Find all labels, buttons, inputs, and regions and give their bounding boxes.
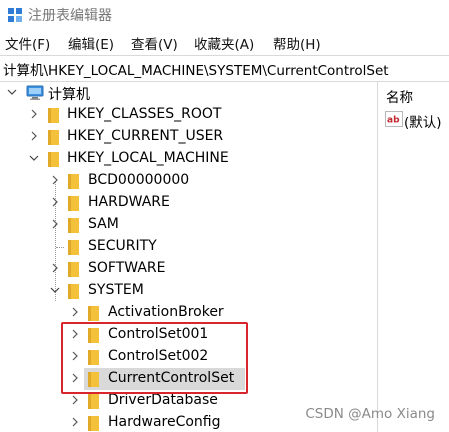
- tree-node-label: HKEY_LOCAL_MACHINE: [67, 150, 229, 166]
- menu-favorites[interactable]: 收藏夹(A): [194, 33, 254, 53]
- annotation-highlight-box: [61, 322, 248, 394]
- tree-node-label: HKEY_CURRENT_USER: [67, 128, 224, 144]
- tree-node-label: SYSTEM: [88, 282, 144, 298]
- tree-node-label: SAM: [88, 216, 119, 232]
- folder-icon: [48, 130, 59, 145]
- column-header-name[interactable]: 名称: [386, 86, 413, 106]
- chevron-right-icon[interactable]: [29, 109, 39, 119]
- tree-node-sam[interactable]: SAM: [0, 214, 376, 236]
- folder-icon: [68, 174, 79, 189]
- folder-icon: [68, 284, 79, 299]
- menu-help[interactable]: 帮助(H): [273, 33, 321, 53]
- tree-node-hkcr[interactable]: HKEY_CLASSES_ROOT: [0, 104, 376, 126]
- menu-file[interactable]: 文件(F): [5, 33, 50, 53]
- chevron-right-icon[interactable]: [29, 131, 39, 141]
- folder-icon: [48, 152, 59, 167]
- folder-icon: [88, 394, 99, 409]
- tree-node-label: HARDWARE: [88, 194, 170, 210]
- tree-node-hkcu[interactable]: HKEY_CURRENT_USER: [0, 126, 376, 148]
- tree-node-hardware[interactable]: HARDWARE: [0, 192, 376, 214]
- menu-edit[interactable]: 编辑(E): [68, 33, 114, 53]
- chevron-right-icon[interactable]: [50, 197, 60, 207]
- chevron-right-icon[interactable]: [70, 307, 80, 317]
- svg-text:ab: ab: [387, 116, 400, 126]
- tree-node-label: BCD00000000: [88, 172, 190, 188]
- tree-node-label: DriverDatabase: [108, 392, 218, 408]
- title-bar: 注册表编辑器: [0, 0, 449, 30]
- tree-node-software[interactable]: SOFTWARE: [0, 258, 376, 280]
- tree-node-label: SOFTWARE: [88, 260, 166, 276]
- folder-icon: [68, 218, 79, 233]
- computer-icon: [26, 85, 44, 100]
- chevron-right-icon[interactable]: [70, 395, 80, 405]
- menu-view[interactable]: 查看(V): [131, 33, 178, 53]
- chevron-right-icon[interactable]: [50, 263, 60, 273]
- tree-node-system[interactable]: SYSTEM: [0, 280, 376, 302]
- window-title: 注册表编辑器: [28, 8, 112, 24]
- tree-node-label: HardwareConfig: [108, 414, 221, 430]
- watermark: CSDN @Amo Xiang: [305, 406, 435, 422]
- folder-icon: [68, 196, 79, 211]
- address-bar[interactable]: 计算机\HKEY_LOCAL_MACHINE\SYSTEM\CurrentCon…: [0, 55, 449, 82]
- string-value-icon: ab: [385, 111, 403, 127]
- chevron-right-icon[interactable]: [50, 175, 60, 185]
- tree-node-label: 计算机: [48, 87, 90, 103]
- tree-node-label: ActivationBroker: [108, 304, 224, 320]
- menu-bar: 文件(F) 编辑(E) 查看(V) 收藏夹(A) 帮助(H): [0, 31, 449, 53]
- chevron-down-icon[interactable]: [7, 87, 17, 97]
- tree-node-security[interactable]: SECURITY: [0, 236, 376, 258]
- folder-icon: [68, 262, 79, 277]
- address-path[interactable]: 计算机\HKEY_LOCAL_MACHINE\SYSTEM\CurrentCon…: [3, 59, 389, 79]
- value-name[interactable]: (默认): [404, 111, 442, 131]
- tree-node-computer[interactable]: 计算机: [0, 82, 376, 104]
- folder-icon: [48, 108, 59, 123]
- regedit-app-icon: [8, 8, 22, 22]
- folder-icon: [88, 416, 99, 431]
- tree-node-bcd[interactable]: BCD00000000: [0, 170, 376, 192]
- tree-node-label: SECURITY: [88, 238, 157, 254]
- chevron-right-icon[interactable]: [70, 417, 80, 427]
- values-pane[interactable]: 名称 ab (默认): [377, 82, 449, 432]
- folder-icon: [88, 306, 99, 321]
- chevron-down-icon[interactable]: [50, 285, 60, 295]
- chevron-right-icon[interactable]: [50, 219, 60, 229]
- tree-node-label: HKEY_CLASSES_ROOT: [67, 106, 222, 122]
- chevron-down-icon[interactable]: [29, 153, 39, 163]
- tree-node-hklm[interactable]: HKEY_LOCAL_MACHINE: [0, 148, 376, 170]
- tree-node-activationbroker[interactable]: ActivationBroker: [0, 302, 376, 324]
- folder-icon: [68, 240, 79, 255]
